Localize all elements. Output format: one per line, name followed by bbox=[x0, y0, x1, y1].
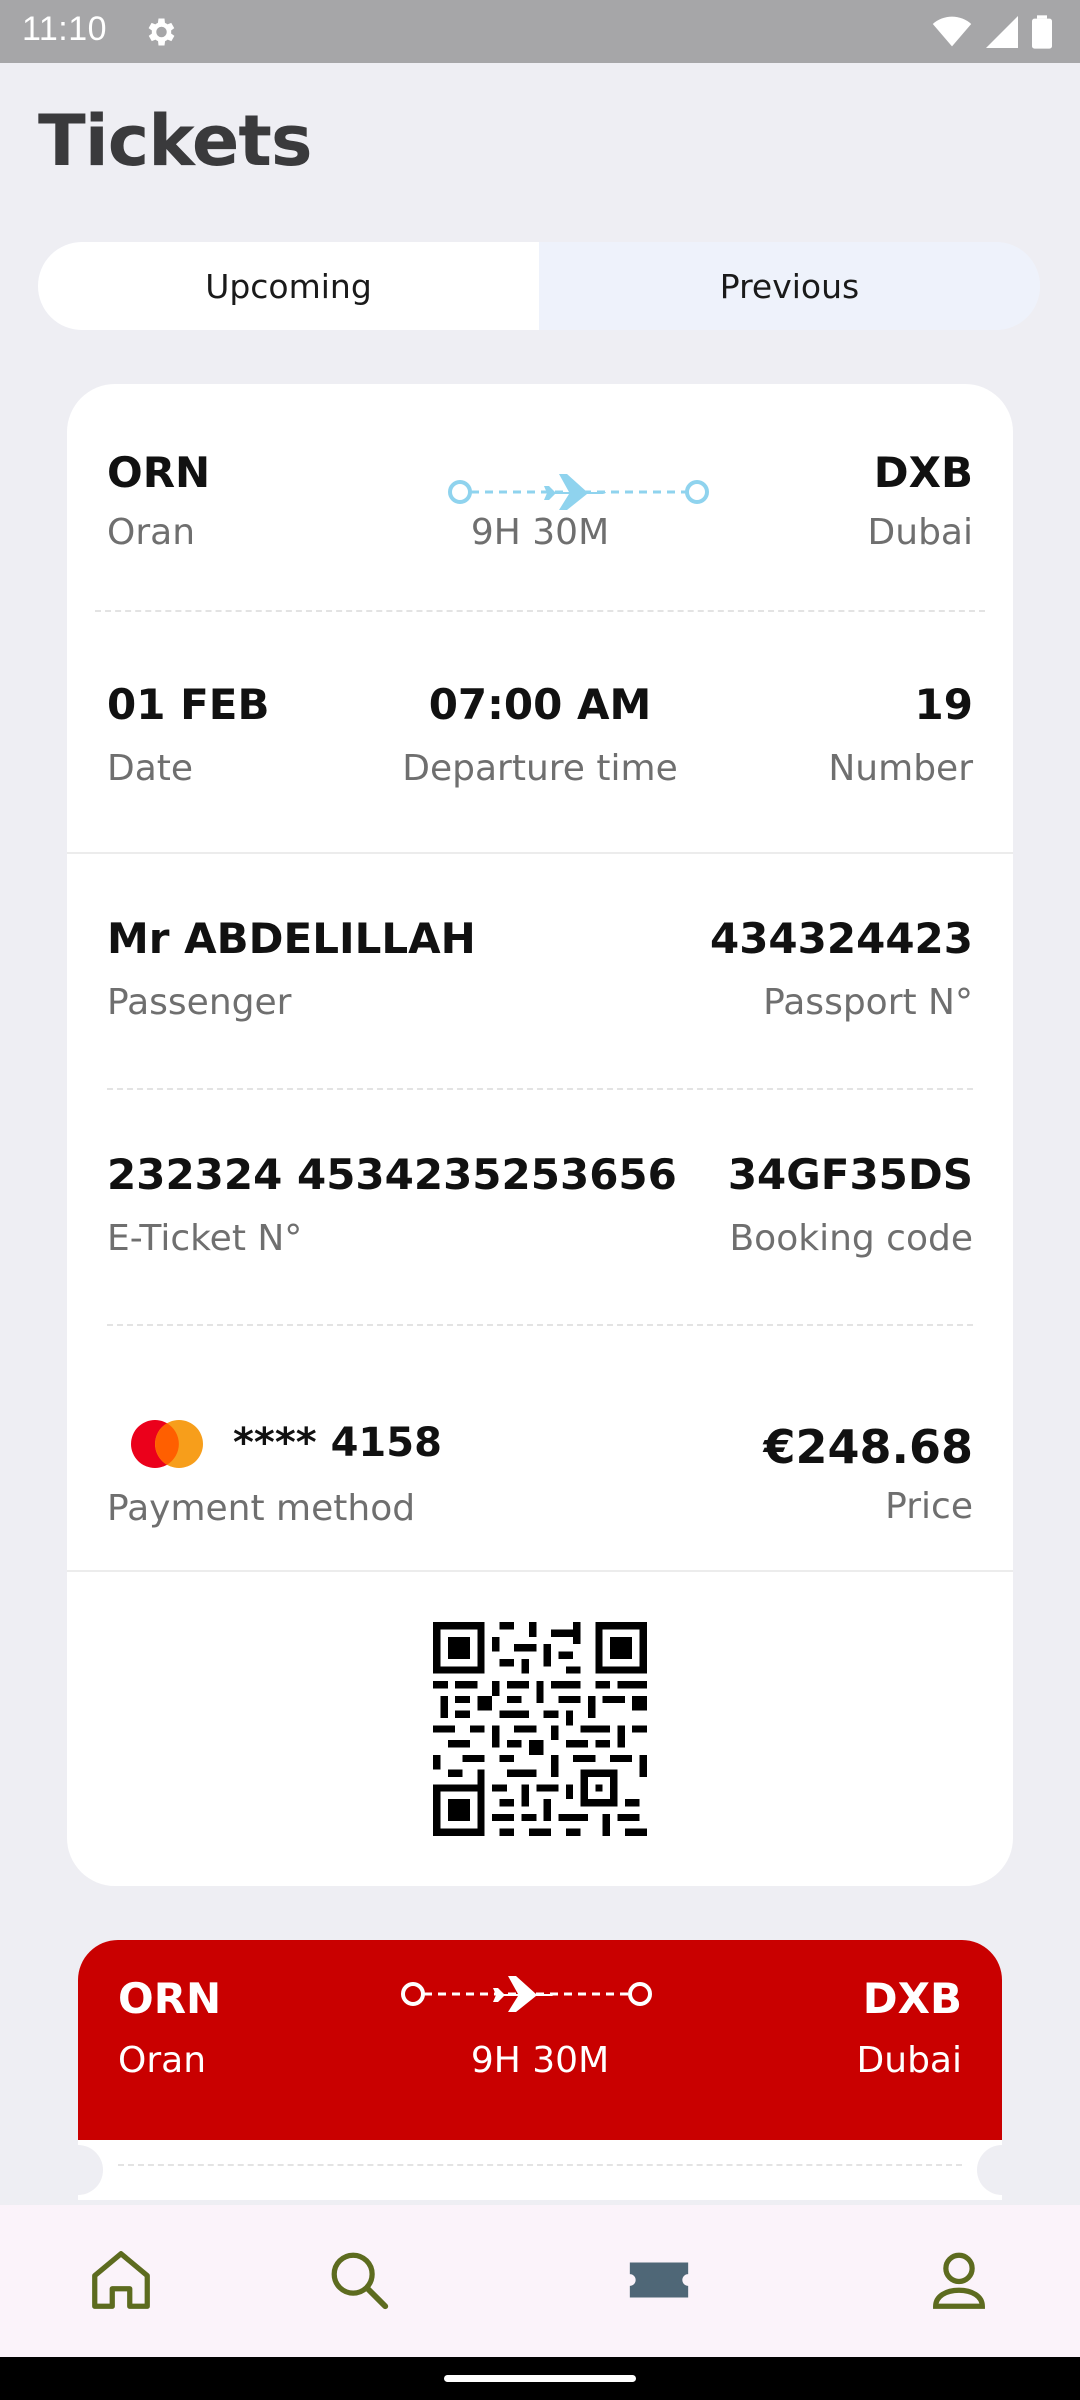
passport-label: Passport N° bbox=[763, 982, 973, 1023]
destination-code: DXB bbox=[862, 1974, 962, 2023]
eticket-row: 232324 4534235253656 E-Ticket N° 34GF35D… bbox=[107, 1150, 973, 1270]
page-title: Tickets bbox=[38, 100, 313, 182]
ticket-notch-left bbox=[53, 2145, 103, 2195]
tab-previous[interactable]: Previous bbox=[539, 242, 1040, 330]
number-label: Number bbox=[828, 748, 973, 789]
eticket-value: 232324 4534235253656 bbox=[107, 1150, 677, 1199]
system-gesture-area bbox=[0, 2357, 1080, 2400]
destination-city: Dubai bbox=[856, 2040, 962, 2081]
price-label: Price bbox=[885, 1486, 973, 1527]
origin-code: ORN bbox=[107, 448, 211, 497]
divider bbox=[67, 1570, 1013, 1572]
price-value: €248.68 bbox=[763, 1420, 973, 1474]
ticket-card[interactable]: ORN Oran 9H 30M DXB Dubai 01 FEB Date 07… bbox=[67, 384, 1013, 1886]
home-gesture-bar[interactable] bbox=[444, 2375, 636, 2382]
card-number: **** 4158 bbox=[233, 1420, 442, 1466]
booking-code-value: 34GF35DS bbox=[727, 1150, 973, 1199]
flight-duration: 9H 30M bbox=[470, 512, 610, 553]
qr-code bbox=[433, 1622, 647, 1836]
destination-code: DXB bbox=[873, 448, 973, 497]
eticket-label: E-Ticket N° bbox=[107, 1218, 303, 1259]
schedule-row: 01 FEB Date 07:00 AM Departure time 19 N… bbox=[107, 680, 973, 800]
home-icon[interactable] bbox=[86, 2245, 156, 2315]
ticket-icon[interactable] bbox=[624, 2245, 694, 2315]
payment-method-label: Payment method bbox=[107, 1488, 416, 1529]
destination-city: Dubai bbox=[867, 512, 973, 553]
route-row: ORN Oran 9H 30M DXB Dubai bbox=[107, 424, 973, 553]
passenger-row: Mr ABDELILLAH Passenger 434324423 Passpo… bbox=[107, 914, 973, 1034]
booking-code-label: Booking code bbox=[729, 1218, 973, 1259]
tab-upcoming[interactable]: Upcoming bbox=[38, 242, 539, 330]
passenger-label: Passenger bbox=[107, 982, 292, 1023]
profile-icon[interactable] bbox=[924, 2245, 994, 2315]
divider bbox=[67, 852, 1013, 854]
ticket-card-secondary[interactable]: ORN Oran 9H 30M DXB Dubai bbox=[78, 1940, 1002, 2140]
divider bbox=[95, 610, 985, 612]
battery-icon bbox=[1032, 15, 1052, 49]
divider bbox=[107, 1324, 973, 1326]
departure-time-value: 07:00 AM bbox=[428, 680, 652, 729]
divider bbox=[107, 1088, 973, 1090]
bottom-navigation bbox=[0, 2205, 1080, 2357]
ticket-notch-right bbox=[977, 2145, 1027, 2195]
status-time: 11:10 bbox=[22, 10, 108, 48]
origin-code: ORN bbox=[118, 1974, 222, 2023]
ticket-tabs: Upcoming Previous bbox=[38, 242, 1040, 330]
payment-row: **** 4158 Payment method €248.68 Price bbox=[107, 1370, 973, 1529]
mastercard-icon bbox=[131, 1420, 203, 1468]
signal-icon bbox=[986, 16, 1018, 48]
flight-duration: 9H 30M bbox=[470, 2040, 610, 2081]
route-row: ORN Oran 9H 30M DXB Dubai bbox=[118, 1974, 962, 2094]
flight-route-icon bbox=[401, 1976, 652, 2012]
flight-route-icon bbox=[448, 474, 709, 510]
passenger-value: Mr ABDELILLAH bbox=[107, 914, 476, 963]
search-icon[interactable] bbox=[324, 2245, 394, 2315]
settings-gear-icon bbox=[148, 18, 175, 46]
status-icons bbox=[932, 14, 1052, 50]
passport-value: 434324423 bbox=[709, 914, 973, 963]
ticket-card-secondary-body bbox=[78, 2140, 1002, 2200]
status-bar: 11:10 bbox=[0, 0, 1080, 63]
divider bbox=[118, 2164, 962, 2166]
wifi-icon bbox=[932, 16, 972, 47]
number-value: 19 bbox=[914, 680, 973, 729]
